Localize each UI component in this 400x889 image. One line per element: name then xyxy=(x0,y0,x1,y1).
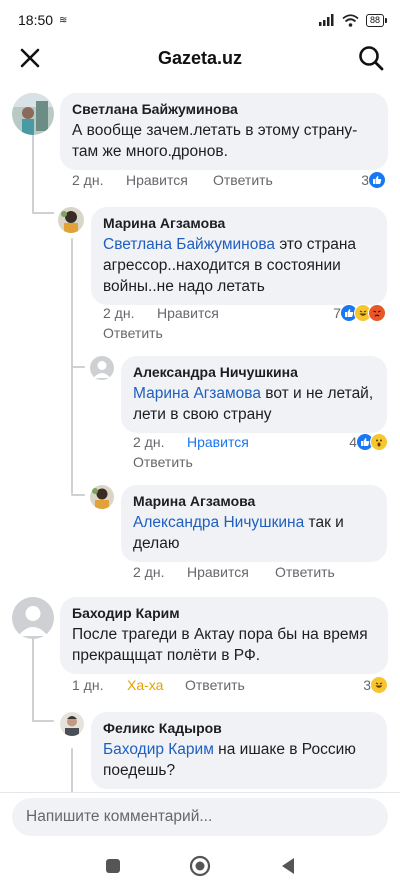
comment-time: 2 дн. xyxy=(103,305,135,321)
layers-icon: ≋ xyxy=(59,14,68,26)
haha-icon xyxy=(370,676,388,694)
like-icon xyxy=(368,171,386,189)
comment-bubble: Марина Агзамова Светлана Байжуминова это… xyxy=(91,207,387,305)
status-time: 18:50 xyxy=(18,12,54,28)
comment-text: После трагеди в Актау пора бы на время п… xyxy=(72,626,368,664)
thread-connector xyxy=(32,134,34,214)
mention-link[interactable]: Александра Ничушкина xyxy=(133,514,304,531)
app-header: Gazeta.uz xyxy=(0,40,400,76)
thread-connector xyxy=(71,748,73,792)
signal-icon xyxy=(318,14,334,26)
search-button[interactable] xyxy=(358,45,384,71)
reply-button[interactable]: Ответить xyxy=(275,562,335,582)
recents-button[interactable] xyxy=(101,854,125,878)
reply-button[interactable]: Ответить xyxy=(213,170,273,190)
page-title: Gazeta.uz xyxy=(157,47,243,68)
user-photo-icon xyxy=(58,207,84,233)
comment-text: Светлана Байжуминова это страна агрессор… xyxy=(103,234,375,297)
comment-text: А вообще зачем.летать в этому страну-там… xyxy=(72,122,358,160)
comment-composer xyxy=(0,792,400,842)
close-icon xyxy=(20,48,40,68)
like-button[interactable]: Нравится xyxy=(157,303,219,323)
comment-bubble: Александра Ничушкина Марина Агзамова вот… xyxy=(121,356,387,433)
avatar[interactable] xyxy=(58,207,84,233)
mention-link[interactable]: Марина Агзамова xyxy=(133,385,261,402)
like-button[interactable]: Нравится xyxy=(126,170,188,190)
comment-author[interactable]: Александра Ничушкина xyxy=(133,363,375,381)
avatar[interactable] xyxy=(90,485,114,509)
like-button[interactable]: Нравится xyxy=(187,432,249,452)
search-icon xyxy=(359,46,384,71)
mention-link[interactable]: Баходир Карим xyxy=(103,741,214,758)
user-photo-icon xyxy=(90,485,114,509)
comment-author[interactable]: Светлана Байжуминова xyxy=(72,100,376,118)
thread-connector xyxy=(32,212,54,214)
thread-connector xyxy=(32,720,54,722)
thread-connector xyxy=(32,638,34,722)
comment-actions: 2 дн. Нравится Ответить xyxy=(72,170,388,190)
comment-thread: Светлана Байжуминова А вообще зачем.лета… xyxy=(0,76,400,792)
like-button[interactable]: Нравится xyxy=(187,562,249,582)
user-photo-icon xyxy=(60,712,84,736)
home-icon xyxy=(189,855,211,877)
reaction-summary[interactable]: 3 xyxy=(363,676,388,694)
comment-bubble: Светлана Байжуминова А вообще зачем.лета… xyxy=(60,93,388,170)
comment-bubble: Баходир Карим После трагеди в Актау пора… xyxy=(60,597,388,674)
default-avatar-icon xyxy=(18,606,48,636)
home-button[interactable] xyxy=(188,854,212,878)
comment-author[interactable]: Марина Агзамова xyxy=(103,214,375,232)
comment-time: 1 дн. xyxy=(72,677,104,693)
avatar[interactable] xyxy=(60,712,84,736)
comment-actions: 2 дн. Нравится Ответить xyxy=(133,562,383,582)
status-bar: 18:50 ≋ 88 xyxy=(0,0,400,40)
recents-icon xyxy=(106,859,120,873)
mention-link[interactable]: Светлана Байжуминова xyxy=(103,236,275,253)
avatar[interactable] xyxy=(90,356,114,380)
reaction-summary[interactable]: 7 xyxy=(333,304,386,322)
comment-author[interactable]: Феликс Кадыров xyxy=(103,719,375,737)
reaction-summary[interactable]: 3 xyxy=(361,171,386,189)
comment-actions: 2 дн. Нравится Ответить xyxy=(103,303,323,343)
comment-time: 2 дн. xyxy=(133,564,165,580)
comment-time: 2 дн. xyxy=(133,434,165,450)
angry-icon xyxy=(368,304,386,322)
user-photo-icon xyxy=(12,93,54,135)
reply-button[interactable]: Ответить xyxy=(185,675,245,695)
back-icon xyxy=(282,858,294,874)
comment-bubble: Марина Агзамова Александра Ничушкина так… xyxy=(121,485,387,562)
comment-bubble: Феликс Кадыров Баходир Карим на ишаке в … xyxy=(91,712,387,789)
reply-button[interactable]: Ответить xyxy=(133,452,193,472)
comment-text: Баходир Карим на ишаке в Россию поедешь? xyxy=(103,739,375,781)
reaction-summary[interactable]: 4 xyxy=(349,433,388,451)
avatar[interactable] xyxy=(12,93,54,135)
comment-actions: 1 дн. Ха-ха Ответить xyxy=(72,675,322,695)
battery-icon: 88 xyxy=(365,13,388,27)
comment-author[interactable]: Марина Агзамова xyxy=(133,492,375,510)
system-nav-bar xyxy=(0,842,400,889)
wifi-icon xyxy=(342,13,359,27)
thread-connector xyxy=(71,494,85,496)
comment-author[interactable]: Баходир Карим xyxy=(72,604,376,622)
comment-actions: 2 дн. Нравится Ответить xyxy=(133,432,333,472)
haha-reaction-button[interactable]: Ха-ха xyxy=(127,675,163,695)
thread-connector xyxy=(71,366,85,368)
reply-button[interactable]: Ответить xyxy=(103,323,163,343)
status-indicators: 88 xyxy=(318,13,388,27)
back-button[interactable] xyxy=(276,854,300,878)
wow-icon xyxy=(370,433,388,451)
comment-text: Александра Ничушкина так и делаю xyxy=(133,512,375,554)
default-avatar-icon xyxy=(93,361,111,378)
comment-input[interactable] xyxy=(12,798,388,836)
avatar[interactable] xyxy=(12,597,54,639)
comment-text: Марина Агзамова вот и не летай, лети в с… xyxy=(133,383,375,425)
comment-time: 2 дн. xyxy=(72,172,104,188)
close-button[interactable] xyxy=(18,46,42,70)
